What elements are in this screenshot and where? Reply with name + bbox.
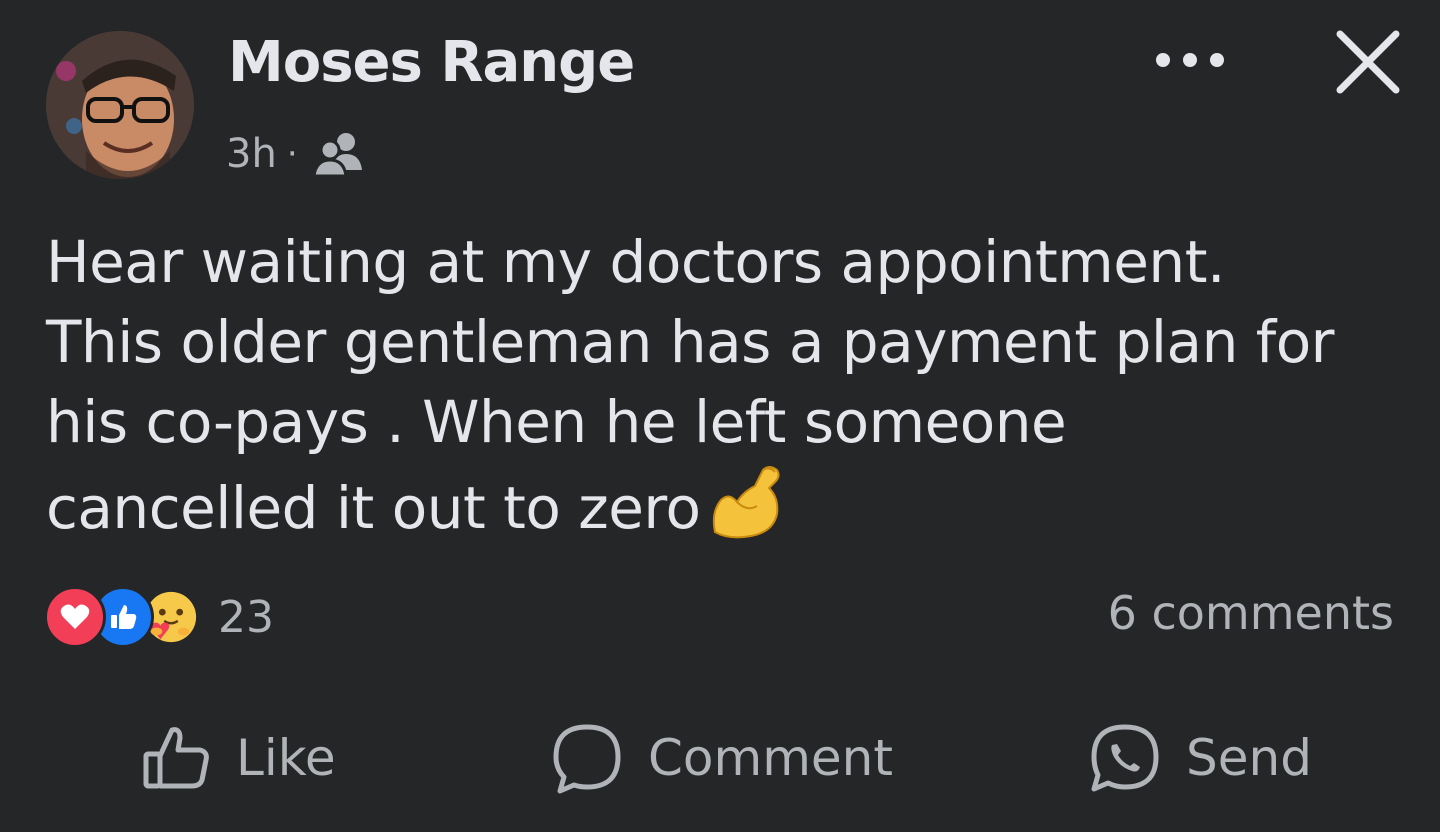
post-text-line-with-emoji: cancelled it out to zero bbox=[46, 462, 1416, 562]
like-label: Like bbox=[236, 729, 336, 787]
post-meta: 3h · bbox=[226, 126, 366, 182]
comments-count-link[interactable]: 6 comments bbox=[1108, 586, 1394, 640]
like-button[interactable]: Like bbox=[140, 720, 336, 796]
avatar[interactable] bbox=[46, 31, 194, 179]
post-time[interactable]: 3h bbox=[226, 131, 277, 177]
reactions-summary[interactable]: 23 bbox=[44, 585, 274, 649]
author-name[interactable]: Moses Range bbox=[228, 30, 635, 95]
post-card: Moses Range 3h · Hear waiting at my doct… bbox=[0, 0, 1440, 832]
whatsapp-icon bbox=[1091, 724, 1159, 792]
close-icon bbox=[1336, 30, 1400, 94]
flexed-biceps-emoji bbox=[707, 462, 787, 562]
more-dots-icon bbox=[1156, 53, 1224, 67]
more-options-button[interactable] bbox=[1146, 40, 1234, 80]
love-reaction-icon bbox=[44, 586, 106, 648]
close-button[interactable] bbox=[1326, 20, 1410, 104]
post-text-line: his co-pays . When he left someone bbox=[46, 388, 1067, 456]
post-text-line: cancelled it out to zero bbox=[46, 474, 701, 542]
post-text-line: This older gentleman has a payment plan … bbox=[46, 308, 1335, 376]
thumbs-up-icon bbox=[143, 727, 209, 789]
meta-separator: · bbox=[286, 134, 298, 174]
comment-label: Comment bbox=[648, 729, 893, 787]
post-text-line: Hear waiting at my doctors appointment. bbox=[46, 228, 1225, 296]
send-label: Send bbox=[1186, 729, 1312, 787]
send-button[interactable]: Send bbox=[1088, 720, 1312, 796]
comment-button[interactable]: Comment bbox=[550, 720, 893, 796]
post-body: Hear waiting at my doctors appointment. … bbox=[46, 222, 1416, 562]
reaction-count: 23 bbox=[218, 591, 274, 643]
friends-icon[interactable] bbox=[310, 130, 366, 178]
comment-bubble-icon bbox=[553, 724, 621, 794]
